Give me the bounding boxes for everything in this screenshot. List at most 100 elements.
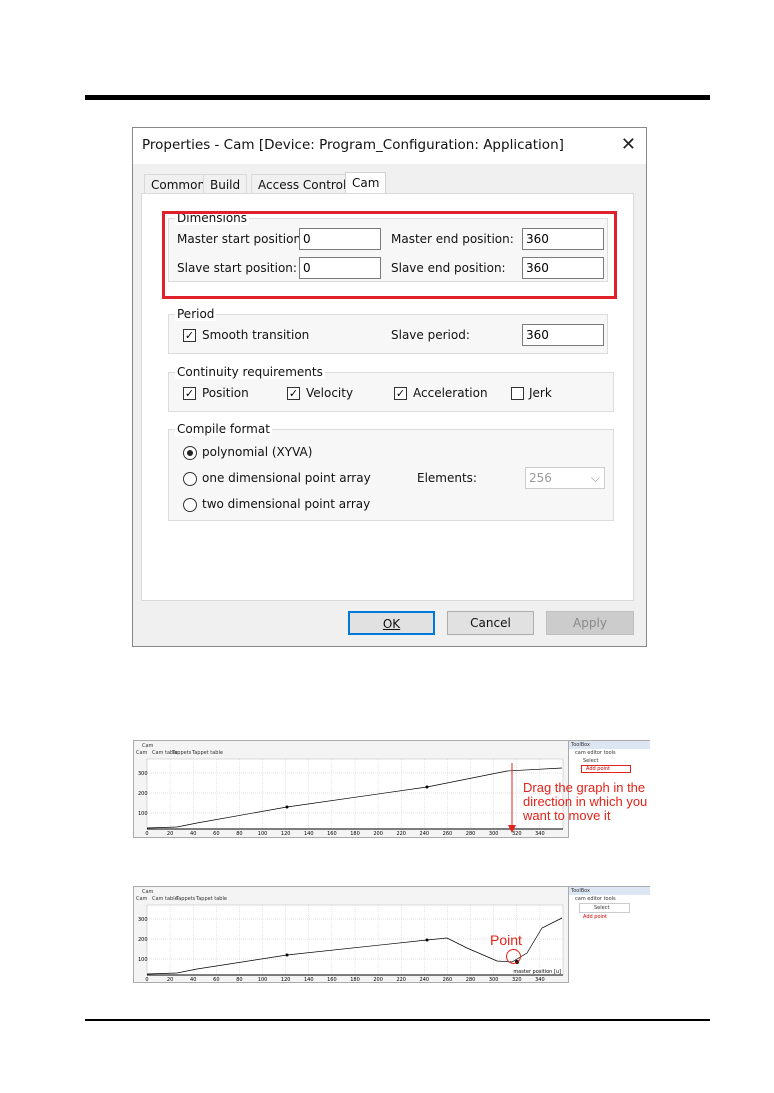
slave-period-input[interactable]: 360 [522,324,604,346]
cam-graph: 0 20 40 60 80 100 120 140 160 180 200 220 240 260 280 3… [138,758,564,837]
x-tick-label: 160 [327,831,337,837]
period-group: Period ✓ Smooth transition Slave period:… [168,307,608,354]
close-icon[interactable]: ✕ [621,134,636,155]
x-tick-label: 120 [281,977,291,983]
compile-format-label: Compile format [175,422,272,436]
tool-select[interactable]: Select [579,903,630,913]
view-tab: Cam [136,750,148,756]
x-tick-label: 240 [420,831,430,837]
x-tick-label: 340 [535,831,545,837]
x-tick-label: 20 [167,977,173,983]
toolbox-title: ToolBox [569,741,650,749]
point-highlight-circle [506,949,521,964]
y-tick-label: 200 [138,937,148,943]
chevron-down-icon: ⌵ [590,471,600,485]
x-tick-label: 280 [466,977,476,983]
tab-access-control[interactable]: Access Control [251,174,354,194]
jerk-checkbox[interactable] [511,387,524,400]
y-tick-label: 100 [138,811,148,817]
cancel-button[interactable]: Cancel [447,611,534,635]
tool-add-point[interactable]: Add point [581,765,631,773]
toolbox-group: cam editor tools [575,750,616,756]
y-tick-label: 300 [138,917,148,923]
view-tab: Tappet table [196,896,227,902]
two-dim-label: two dimensional point array [202,497,371,511]
acceleration-label: Acceleration [413,386,488,400]
acceleration-checkbox[interactable]: ✓ [394,387,407,400]
footer-rule [85,1019,710,1021]
x-tick-label: 120 [281,831,291,837]
view-tab: Tappets [176,896,196,902]
one-dim-label: one dimensional point array [202,471,371,485]
tool-select[interactable]: Select [569,757,650,765]
x-tick-label: 60 [213,831,219,837]
two-dim-radio[interactable] [183,498,197,512]
x-tick-label: 220 [396,831,406,837]
x-tick-label: 100 [258,977,268,983]
x-tick-label: 200 [373,831,383,837]
view-tab: Cam table [152,896,178,902]
drag-annotation: Drag the graph in the direction in which… [523,780,648,823]
toolbox-panel: ToolBox cam editor tools Select Add poin… [568,887,650,983]
view-tab: Tappet table [192,750,223,756]
tab-common[interactable]: Common [144,174,213,194]
polynomial-radio[interactable] [183,446,197,460]
cam-panel: Dimensions Master start position: 0 Mast… [141,193,634,601]
x-tick-label: 240 [420,977,430,983]
cam-editor-screenshot-point: Cam Cam Cam table Tappets Tappet table m… [133,886,650,983]
toolbox-title: ToolBox [569,887,650,895]
doc-tab-cam: Cam [142,889,154,895]
x-tick-label: 0 [145,977,148,983]
properties-dialog: Properties - Cam [Device: Program_Config… [132,127,647,647]
y-tick-label: 200 [138,791,148,797]
elements-label: Elements: [417,471,477,485]
tool-add-point[interactable]: Add point [569,913,650,921]
x-tick-label: 100 [258,831,268,837]
continuity-group: Continuity requirements ✓ Position ✓ Vel… [168,365,614,412]
x-tick-label: 40 [190,831,196,837]
toolbox-group: cam editor tools [575,896,616,902]
y-tick-label: 100 [138,957,148,963]
dimensions-highlight [162,211,617,299]
position-checkbox[interactable]: ✓ [183,387,196,400]
ok-button[interactable]: OK [348,611,435,635]
elements-select[interactable]: 256 ⌵ [525,467,605,489]
x-tick-label: 40 [190,977,196,983]
smooth-transition-checkbox[interactable]: ✓ [183,329,196,342]
doc-tab-cam: Cam [142,743,154,749]
x-tick-label: 180 [350,977,360,983]
tab-cam[interactable]: Cam [345,172,387,194]
x-tick-label: 280 [466,831,476,837]
velocity-checkbox[interactable]: ✓ [287,387,300,400]
x-tick-label: 300 [489,977,499,983]
jerk-label: Jerk [529,386,552,400]
x-tick-label: 200 [373,977,383,983]
x-tick-label: 60 [213,977,219,983]
velocity-label: Velocity [306,386,354,400]
x-tick-label: 80 [236,977,242,983]
y-tick-label: 300 [138,771,148,777]
tab-build[interactable]: Build [203,174,248,194]
point-annotation: Point [490,932,522,948]
one-dim-radio[interactable] [183,472,197,486]
x-tick-label: 320 [512,977,522,983]
x-tick-label: 340 [535,977,545,983]
view-tab: Tappets [172,750,192,756]
x-tick-label: 180 [350,831,360,837]
continuity-label: Continuity requirements [175,365,325,379]
x-tick-label: 260 [443,977,453,983]
position-label: Position [202,386,249,400]
slave-period-label: Slave period: [391,328,470,342]
compile-format-group: Compile format polynomial (XYVA) one dim… [168,422,614,521]
x-tick-label: 80 [236,831,242,837]
cam-editor-screenshot-drag: Cam Cam Cam table Tappets Tappet table 0… [133,740,650,838]
x-tick-label: 220 [396,977,406,983]
x-tick-label: 140 [304,977,314,983]
x-axis-label: master position [u] [513,969,561,975]
x-tick-label: 0 [145,831,148,837]
x-tick-label: 300 [489,831,499,837]
x-tick-label: 160 [327,977,337,983]
polynomial-label: polynomial (XYVA) [202,445,313,459]
x-tick-label: 140 [304,831,314,837]
elements-value: 256 [529,471,552,485]
